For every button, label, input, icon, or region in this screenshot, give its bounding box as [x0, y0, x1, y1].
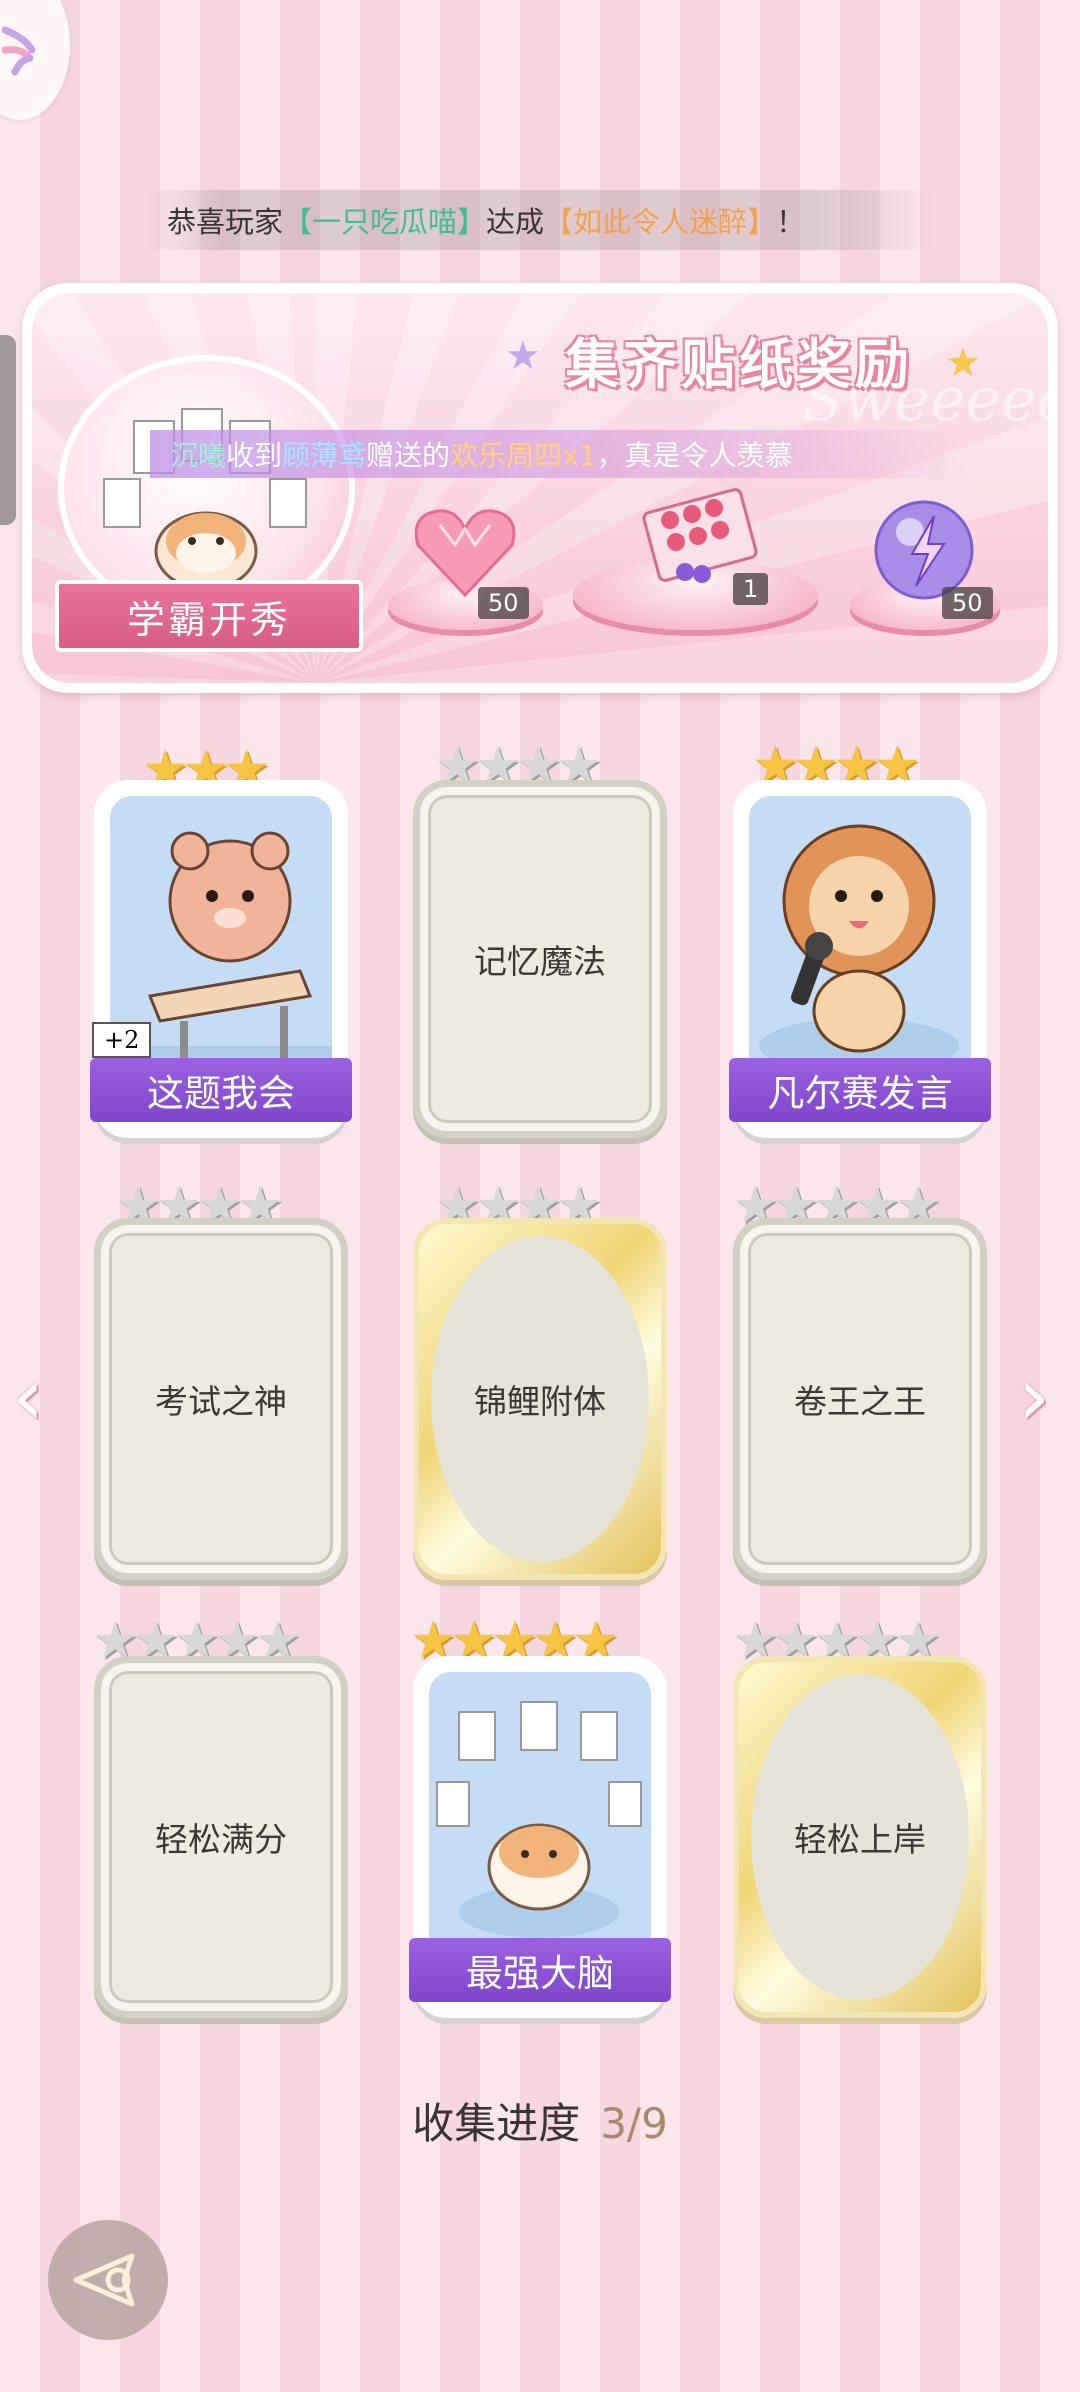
- gift-broadcast-message: 沉曦 收到 顾薄鸢 赠送的 欢乐周四x1 ，真是令人羡慕: [150, 430, 970, 478]
- sticker-card[interactable]: 最强大脑: [409, 1656, 671, 2018]
- announce-player: 【一只吃瓜喵】: [283, 205, 487, 239]
- side-drawer-handle[interactable]: [0, 335, 16, 525]
- sticker-set-badge: 学霸开秀: [55, 580, 363, 652]
- next-page-arrow-icon[interactable]: ›: [1018, 1350, 1050, 1443]
- card-name: 考试之神: [155, 1382, 287, 1421]
- collection-progress: 收集进度 3/9: [0, 2090, 1080, 2151]
- sticker-card-locked[interactable]: 轻松满分: [94, 1656, 348, 2018]
- reward-count: 50: [942, 587, 993, 619]
- duplicate-count-tag: +2: [92, 1022, 152, 1058]
- sticker-card-locked[interactable]: 锦鲤附体: [413, 1218, 667, 1580]
- card-name-ribbon: 最强大脑: [409, 1938, 671, 2002]
- sticker-card[interactable]: +2 这题我会: [90, 780, 352, 1138]
- msg-gift: 欢乐周四x1: [450, 439, 597, 472]
- card-name: 锦鲤附体: [474, 1382, 606, 1421]
- menu-flower-icon[interactable]: [0, 0, 70, 120]
- back-button[interactable]: [48, 2220, 168, 2340]
- reward-count: 50: [478, 587, 529, 619]
- announce-mid: 达成: [486, 205, 545, 239]
- sticker-card-locked[interactable]: 卷王之王: [733, 1218, 987, 1580]
- card-name: 卷王之王: [794, 1382, 926, 1421]
- sticker-card[interactable]: 凡尔赛发言: [729, 780, 991, 1138]
- card-name: 记忆魔法: [474, 942, 606, 981]
- star-deco-icon: ★: [505, 333, 541, 379]
- msg-sender: 顾薄鸢: [282, 439, 367, 472]
- sticker-card-locked[interactable]: 记忆魔法: [413, 780, 667, 1138]
- sticker-card-locked[interactable]: 考试之神: [94, 1218, 348, 1580]
- announcement-bar: 恭喜玩家 【一只吃瓜喵】 达成 【如此令人迷醉】 ！: [145, 190, 935, 250]
- card-name: 轻松满分: [155, 1820, 287, 1859]
- banner-title: 集齐贴纸奖励: [565, 333, 913, 396]
- back-arrow-icon: [73, 2253, 135, 2307]
- progress-label: 收集进度: [412, 2099, 581, 2148]
- previous-page-arrow-icon[interactable]: ‹: [12, 1350, 44, 1443]
- reward-count: 1: [733, 573, 769, 605]
- card-name-ribbon: 这题我会: [90, 1058, 352, 1122]
- progress-value: 3/9: [600, 2099, 668, 2148]
- card-name: 轻松上岸: [794, 1820, 926, 1859]
- star-deco-icon: ★: [945, 340, 981, 386]
- announce-prefix: 恭喜玩家: [167, 205, 284, 239]
- msg-t3: ，真是令人羡慕: [596, 439, 793, 472]
- msg-user: 沉曦: [170, 439, 227, 472]
- announce-achievement: 【如此令人迷醉】: [544, 205, 777, 239]
- sticker-card-locked[interactable]: 轻松上岸: [733, 1656, 987, 2018]
- announce-suffix: ！: [776, 205, 806, 239]
- msg-t1: 收到: [226, 439, 283, 472]
- msg-t2: 赠送的: [366, 439, 451, 472]
- card-name-ribbon: 凡尔赛发言: [729, 1058, 991, 1122]
